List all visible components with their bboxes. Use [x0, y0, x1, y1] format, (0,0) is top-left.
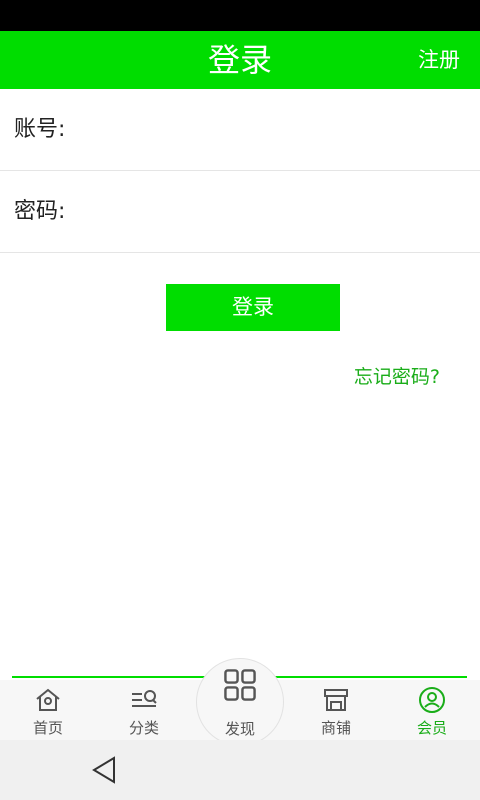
account-row: 账号: [0, 89, 480, 171]
password-row: 密码: [0, 171, 480, 253]
tab-store[interactable]: 商铺 [288, 680, 384, 740]
back-triangle-icon[interactable] [88, 754, 120, 786]
tab-category[interactable]: 分类 [96, 680, 192, 740]
tab-label-category: 分类 [128, 719, 159, 737]
password-input[interactable] [78, 187, 463, 237]
register-link[interactable]: 注册 [418, 31, 460, 89]
store-icon [324, 689, 348, 711]
account-label: 账号: [14, 117, 66, 142]
account-input[interactable] [78, 105, 463, 155]
home-icon [36, 688, 60, 711]
tab-label-home: 首页 [32, 719, 63, 737]
category-icon [132, 690, 157, 707]
header-bar: 登录 注册 [0, 31, 480, 89]
forgot-password-link[interactable]: 忘记密码? [354, 362, 440, 389]
tab-member[interactable]: 会员 [384, 680, 480, 740]
status-bar [0, 0, 480, 31]
member-icon [419, 687, 445, 713]
password-label: 密码: [14, 199, 66, 224]
tab-label-member: 会员 [416, 719, 447, 737]
tab-label-store: 商铺 [320, 719, 351, 737]
tab-label-discover: 发现 [224, 720, 255, 738]
discover-grid-icon [224, 669, 256, 701]
tab-home[interactable]: 首页 [0, 680, 96, 740]
tab-discover[interactable]: 发现 [192, 669, 288, 740]
page-title: 登录 [207, 41, 272, 79]
system-navigation-bar [0, 740, 480, 800]
login-button[interactable]: 登录 [166, 284, 340, 331]
